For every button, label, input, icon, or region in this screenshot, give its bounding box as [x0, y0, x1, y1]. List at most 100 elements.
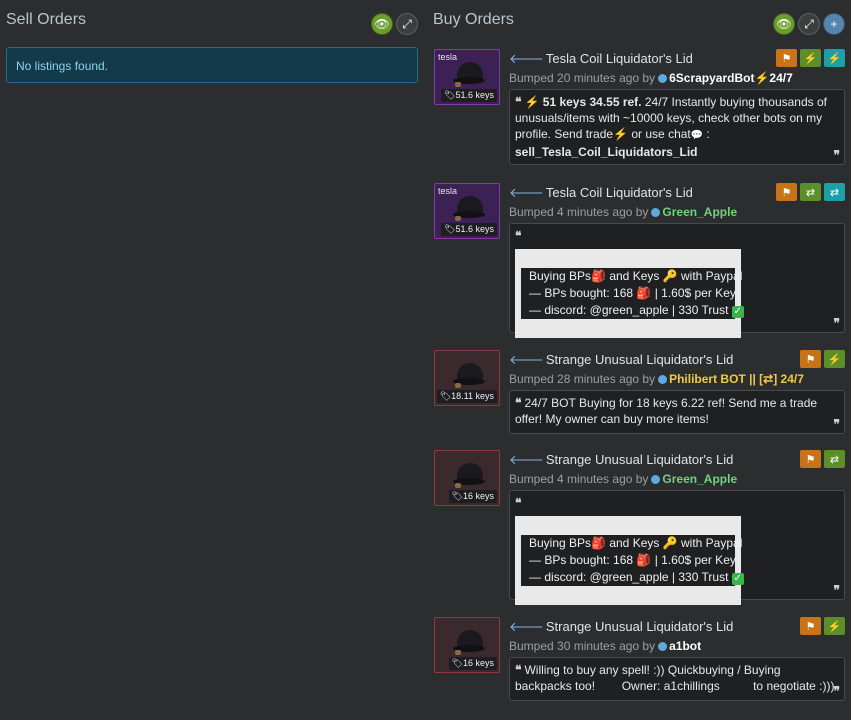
- quote-close-icon: ❞: [833, 316, 840, 330]
- arrow-left-icon: 🡐: [509, 185, 544, 200]
- item-quality-tag: tesla: [438, 52, 458, 62]
- expand-icon: ⤢: [402, 16, 412, 31]
- user-status-icon: [658, 375, 668, 384]
- hat-icon: [453, 62, 485, 88]
- negotiable-button[interactable]: ⇄: [800, 183, 821, 201]
- user-link[interactable]: 6ScrapyardBot: [669, 71, 754, 85]
- listing-comment: ❝ Buying BPs🎒 and Keys 🔑 with Paypal — B…: [509, 223, 845, 338]
- user-link[interactable]: Green_Apple: [662, 205, 737, 219]
- user-link[interactable]: Philibert BOT || [⇄] 24/7: [669, 372, 804, 386]
- user-status-icon: [658, 74, 668, 83]
- item-thumbnail[interactable]: 🏷18.11 keys: [434, 350, 500, 406]
- trade-link[interactable]: trade: [586, 127, 613, 141]
- lightning-icon: ⚡: [803, 52, 818, 65]
- buy-orders-panel: Buy Orders 👁 ⤢ + tesla 🏷51.6 keys 🡐 Tesla…: [433, 0, 845, 701]
- flag-icon: ⚑: [781, 186, 792, 199]
- flag-button[interactable]: ⚑: [800, 450, 821, 468]
- listing-title[interactable]: 🡐 Strange Unusual Liquidator's Lid: [509, 352, 733, 368]
- instant-trade-button[interactable]: ⚡: [824, 617, 845, 635]
- arrow-left-icon: 🡐: [509, 619, 544, 634]
- flag-icon: ⚑: [805, 620, 816, 633]
- add-listing-button[interactable]: +: [823, 13, 845, 35]
- flag-button[interactable]: ⚑: [776, 183, 797, 201]
- sell-orders-title: Sell Orders: [6, 11, 87, 28]
- bump-info: Bumped 4 minutes ago by Green_Apple: [509, 472, 738, 486]
- instant-trade-button[interactable]: ⚡: [800, 49, 821, 67]
- hat-icon: [453, 363, 485, 389]
- quote-close-icon: ❞: [833, 417, 840, 431]
- eye-icon: 👁: [776, 17, 792, 31]
- arrow-left-icon: 🡐: [509, 51, 544, 66]
- tag-icon: 🏷: [444, 224, 456, 234]
- toggle-visibility-button[interactable]: 👁: [371, 13, 393, 35]
- price-tag: 🏷16 keys: [448, 657, 497, 670]
- listing-title[interactable]: 🡐 Strange Unusual Liquidator's Lid: [509, 452, 733, 468]
- swap-icon: ⇄: [829, 453, 840, 466]
- hat-icon: [453, 463, 485, 489]
- listing-title[interactable]: 🡐 Tesla Coil Liquidator's Lid: [509, 51, 693, 67]
- flag-icon: ⚑: [805, 453, 816, 466]
- toggle-visibility-button[interactable]: 👁: [773, 13, 795, 35]
- quote-open-icon: ❝: [515, 229, 522, 243]
- listing-badges: ⚑ ⚡: [800, 617, 845, 635]
- key-icon: 🔑: [662, 269, 678, 283]
- listing: tesla 🏷51.6 keys 🡐 Tesla Coil Liquidator'…: [433, 183, 845, 338]
- item-thumbnail[interactable]: tesla 🏷51.6 keys: [434, 49, 500, 105]
- lightning-icon: ⚡: [827, 52, 842, 65]
- item-thumbnail[interactable]: tesla 🏷51.6 keys: [434, 183, 500, 239]
- quote-open-icon: ❝: [515, 396, 522, 410]
- negotiable-button[interactable]: ⇄: [824, 450, 845, 468]
- item-quality-tag: tesla: [438, 186, 458, 196]
- price-tag: 🏷18.11 keys: [436, 390, 497, 403]
- bump-info: Bumped 28 minutes ago by Philibert BOT ||…: [509, 372, 804, 386]
- check-icon: ✓: [731, 306, 744, 318]
- buy-orders-header: Buy Orders 👁 ⤢ +: [433, 0, 845, 44]
- item-thumbnail[interactable]: 🏷16 keys: [434, 617, 500, 673]
- swap-icon: ⇄: [829, 186, 840, 199]
- expand-button[interactable]: ⤢: [396, 13, 418, 35]
- backpack-icon: 🎒: [636, 553, 652, 567]
- price-tag: 🏷16 keys: [448, 490, 497, 503]
- instant-trade-button[interactable]: ⚡: [824, 350, 845, 368]
- lightning-icon: ⚡: [827, 620, 842, 633]
- swap-teal-button[interactable]: ⇄: [824, 183, 845, 201]
- key-icon: 🔑: [662, 536, 678, 550]
- instant-trade-teal-button[interactable]: ⚡: [824, 49, 845, 67]
- user-link[interactable]: Green_Apple: [662, 472, 737, 486]
- flag-icon: ⚑: [781, 52, 792, 65]
- comment-table: Buying BPs🎒 and Keys 🔑 with Paypal — BPs…: [515, 249, 744, 338]
- lightning-icon: ⚡: [613, 127, 629, 141]
- hat-icon: [453, 630, 485, 656]
- user-link[interactable]: a1bot: [669, 639, 701, 653]
- eye-icon: 👁: [374, 17, 390, 31]
- listing-comment: ❝ ⚡ 51 keys 34.55 ref. 24/7 Instantly buy…: [509, 89, 845, 165]
- bump-info: Bumped 4 minutes ago by Green_Apple: [509, 205, 738, 219]
- listing-badges: ⚑ ⇄ ⇄: [776, 183, 845, 201]
- quote-open-icon: ❝: [515, 95, 522, 109]
- sell-orders-panel: Sell Orders 👁 ⤢ No listings found.: [6, 0, 418, 83]
- listing-title[interactable]: 🡐 Strange Unusual Liquidator's Lid: [509, 619, 733, 635]
- flag-button[interactable]: ⚑: [800, 350, 821, 368]
- tag-icon: 🏷: [451, 491, 463, 501]
- listing-title[interactable]: 🡐 Tesla Coil Liquidator's Lid: [509, 185, 693, 201]
- swap-icon: ⇄: [805, 186, 816, 199]
- flag-button[interactable]: ⚑: [800, 617, 821, 635]
- hat-icon: [453, 196, 485, 222]
- check-icon: ✓: [731, 573, 744, 585]
- quote-open-icon: ❝: [515, 496, 522, 510]
- buy-orders-title: Buy Orders: [433, 11, 514, 28]
- no-listings-alert: No listings found.: [6, 47, 418, 83]
- lightning-icon: ⚡: [827, 353, 842, 366]
- user-status-icon: [658, 642, 668, 651]
- chat-link[interactable]: chat: [668, 127, 691, 141]
- item-thumbnail[interactable]: 🏷16 keys: [434, 450, 500, 506]
- flag-icon: ⚑: [805, 353, 816, 366]
- comment-table: Buying BPs🎒 and Keys 🔑 with Paypal — BPs…: [515, 516, 744, 605]
- expand-button[interactable]: ⤢: [798, 13, 820, 35]
- listing-comment: ❝ Buying BPs🎒 and Keys 🔑 with Paypal — B…: [509, 490, 845, 605]
- backpack-icon: 🎒: [591, 536, 606, 550]
- user-status-icon: [651, 475, 661, 484]
- flag-button[interactable]: ⚑: [776, 49, 797, 67]
- user-status-icon: [651, 208, 661, 217]
- price-tag: 🏷51.6 keys: [441, 89, 497, 102]
